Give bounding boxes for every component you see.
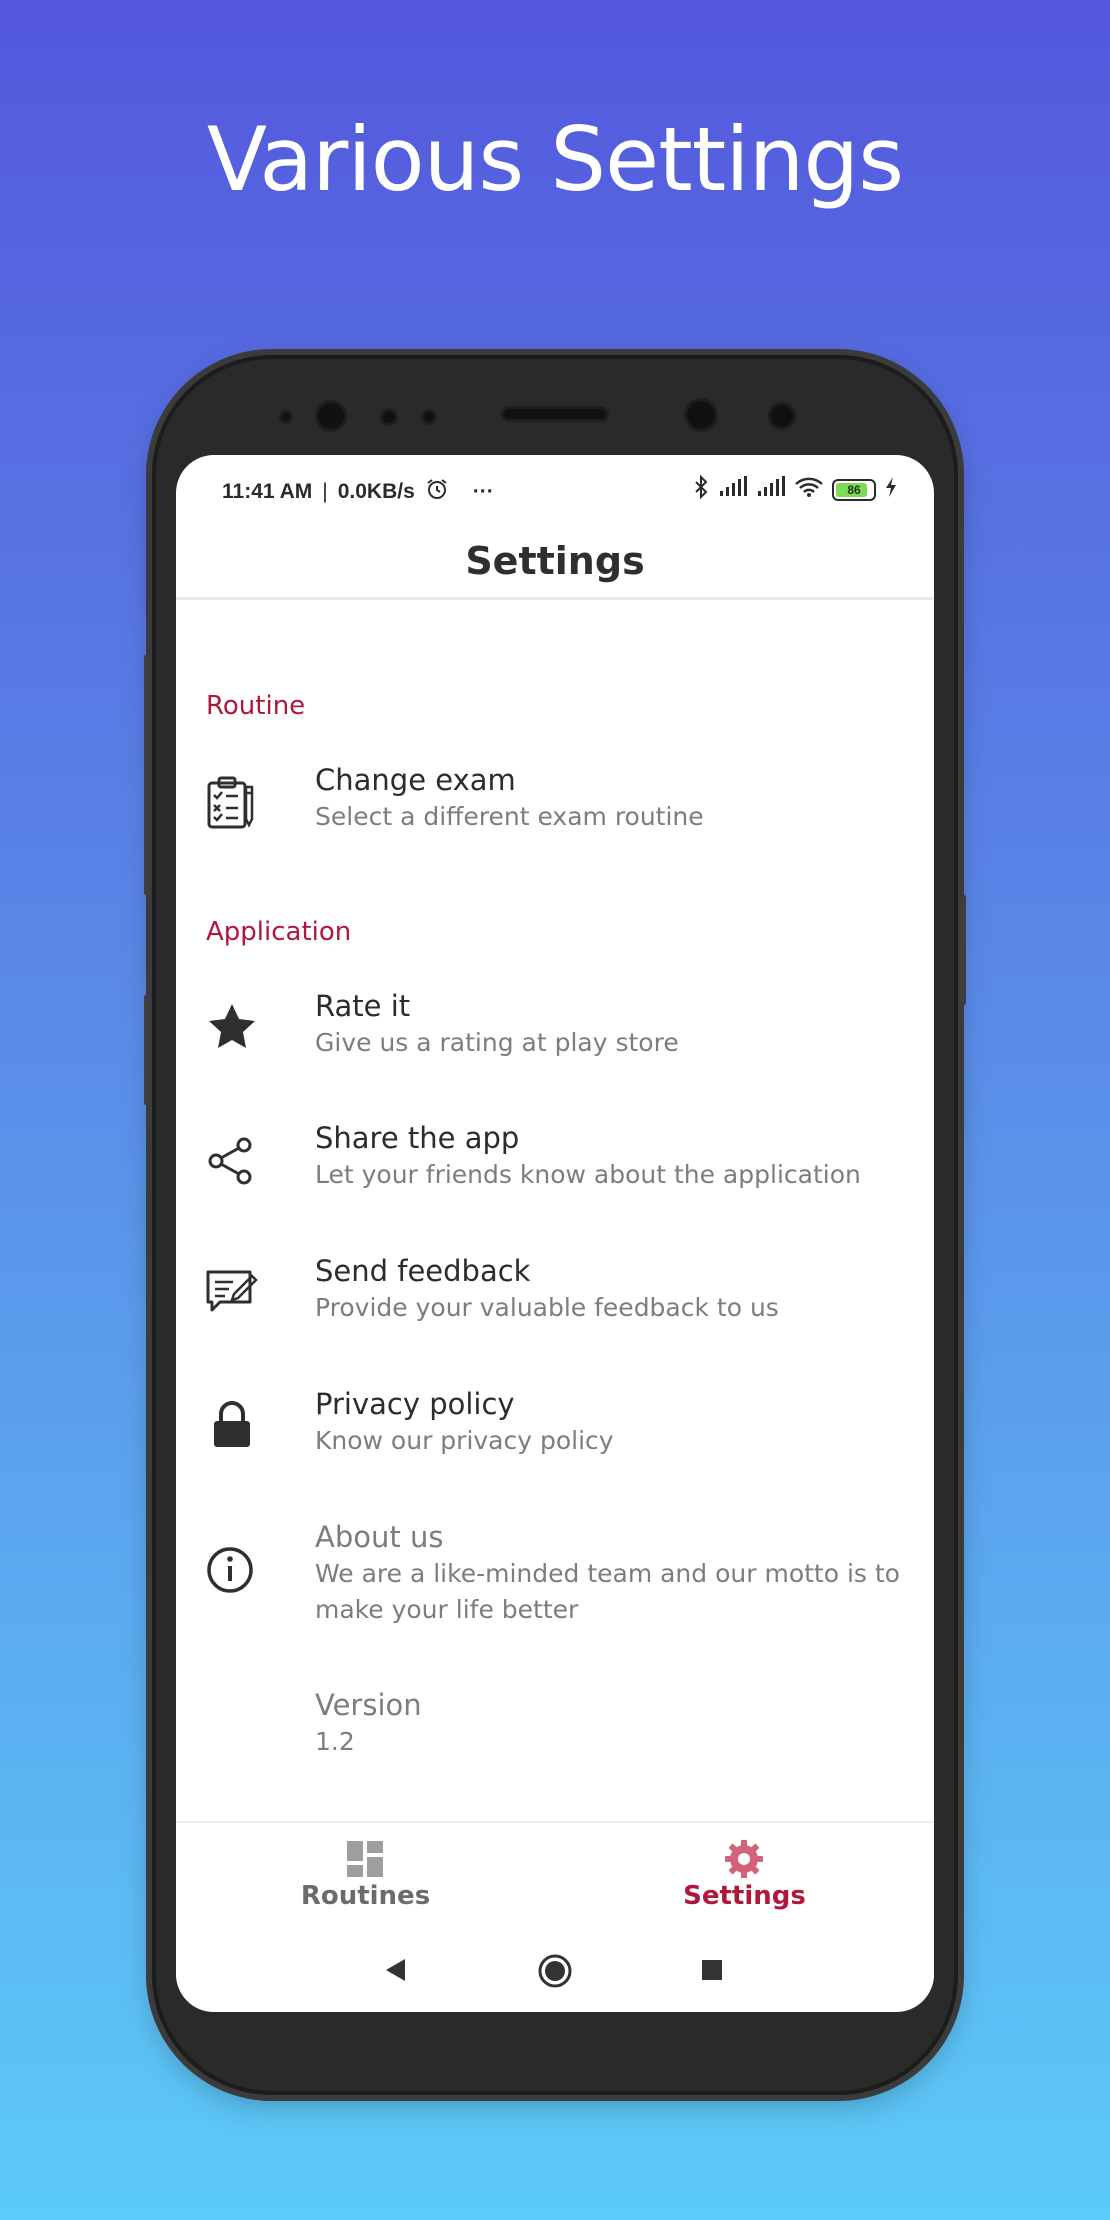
- phone-screen: 11:41 AM | 0.0KB/s ··· 86 Settings Routi…: [176, 455, 934, 2012]
- front-camera: [771, 405, 793, 427]
- share-icon: [204, 1133, 260, 1189]
- dashboard-icon: [345, 1839, 385, 1879]
- setting-item-title: Send feedback: [315, 1254, 531, 1288]
- sensor-dot: [282, 413, 290, 421]
- system-navigation-bar: [176, 1927, 934, 2012]
- battery-icon: 86: [832, 479, 876, 501]
- feedback-icon: [204, 1264, 260, 1320]
- power-button: [960, 895, 966, 1005]
- bluetooth-icon: [692, 474, 710, 505]
- clipboard-checklist-icon: [204, 775, 260, 831]
- earpiece-speaker: [504, 409, 606, 419]
- sensor-dot: [383, 411, 395, 423]
- setting-item-subtitle: We are a like-minded team and our motto …: [315, 1559, 900, 1624]
- setting-item-subtitle: 1.2: [315, 1727, 355, 1756]
- sensor-dot: [424, 412, 434, 422]
- setting-item-title: Privacy policy: [315, 1387, 515, 1421]
- status-speed: 0.0KB/s: [337, 480, 415, 503]
- setting-item-subtitle: Provide your valuable feedback to us: [315, 1293, 779, 1322]
- nav-item-settings[interactable]: Settings: [555, 1823, 934, 1927]
- setting-item-share-app[interactable]: Share the app Let your friends know abou…: [176, 1113, 934, 1213]
- phone-frame: 11:41 AM | 0.0KB/s ··· 86 Settings Routi…: [144, 355, 966, 2095]
- star-icon: [204, 999, 260, 1055]
- wifi-icon: [794, 476, 824, 504]
- section-header-application: Application: [206, 917, 352, 947]
- setting-item-title: Change exam: [315, 763, 516, 797]
- charging-icon: [884, 476, 898, 504]
- page-title: Settings: [465, 539, 645, 583]
- status-more: ···: [472, 480, 494, 503]
- status-separator: |: [322, 480, 328, 503]
- home-icon[interactable]: [537, 1953, 573, 1993]
- status-bar: 11:41 AM | 0.0KB/s ··· 86: [176, 455, 934, 525]
- setting-item-about-us[interactable]: About us We are a like-minded team and o…: [176, 1512, 934, 1632]
- setting-item-subtitle: Select a different exam routine: [315, 802, 704, 831]
- gear-icon: [724, 1839, 764, 1879]
- setting-item-subtitle: Know our privacy policy: [315, 1426, 614, 1455]
- info-icon: [204, 1542, 260, 1598]
- setting-item-version: Version 1.2: [176, 1680, 934, 1780]
- recents-icon[interactable]: [701, 1959, 723, 1985]
- volume-button: [144, 655, 150, 895]
- alarm-icon: [425, 477, 449, 507]
- setting-item-rate-it[interactable]: Rate it Give us a rating at play store: [176, 981, 934, 1081]
- lock-icon: [204, 1397, 260, 1453]
- setting-item-subtitle: Let your friends know about the applicat…: [315, 1160, 861, 1189]
- nav-label: Settings: [683, 1881, 806, 1911]
- setting-item-title: Share the app: [315, 1121, 520, 1155]
- front-camera: [687, 401, 715, 429]
- setting-item-privacy-policy[interactable]: Privacy policy Know our privacy policy: [176, 1379, 934, 1479]
- battery-level: 86: [847, 483, 861, 497]
- setting-item-change-exam[interactable]: Change exam Select a different exam rout…: [176, 755, 934, 855]
- back-icon[interactable]: [383, 1957, 409, 1987]
- promo-headline: Various Settings: [206, 108, 904, 211]
- setting-item-title: Version: [315, 1688, 422, 1722]
- app-bar: Settings: [176, 525, 934, 600]
- signal-icon: [718, 476, 748, 504]
- nav-item-routines[interactable]: Routines: [176, 1823, 555, 1927]
- setting-item-subtitle: Give us a rating at play store: [315, 1028, 679, 1057]
- side-button: [144, 995, 150, 1105]
- front-camera: [318, 403, 344, 429]
- setting-item-title: About us: [315, 1520, 444, 1554]
- nav-label: Routines: [300, 1881, 431, 1911]
- status-time: 11:41 AM: [222, 480, 313, 503]
- setting-item-send-feedback[interactable]: Send feedback Provide your valuable feed…: [176, 1246, 934, 1346]
- section-header-routine: Routine: [206, 691, 306, 721]
- bottom-navigation: Routines Settings: [176, 1821, 934, 1929]
- signal-icon: [756, 476, 786, 504]
- setting-item-title: Rate it: [315, 989, 411, 1023]
